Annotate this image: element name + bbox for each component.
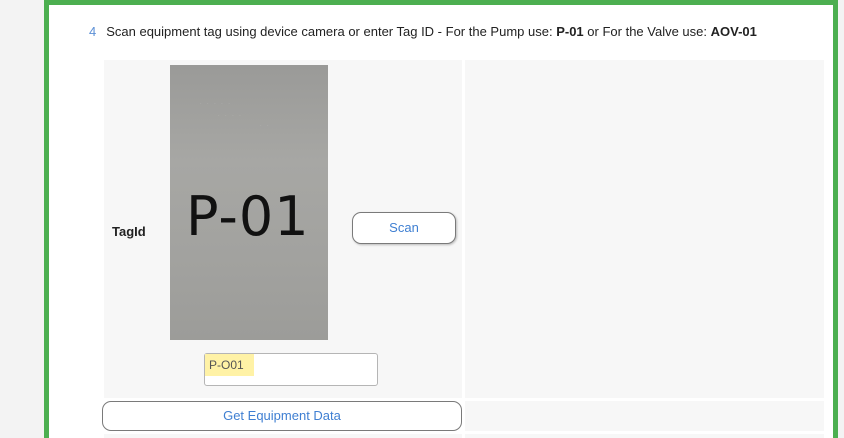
- valve-tag-id: AOV-01: [710, 24, 757, 39]
- tag-id-input[interactable]: P-O01: [204, 353, 378, 386]
- tag-form-table: TagId · · · · · · · · · · · P-01 Scan P-…: [102, 60, 824, 438]
- empty-cell: [465, 434, 824, 438]
- scan-button[interactable]: Scan: [352, 212, 456, 244]
- tag-id-label: TagId: [112, 224, 146, 239]
- instruction-text: Scan equipment tag using device camera o…: [106, 24, 553, 39]
- empty-cell: [465, 60, 824, 398]
- get-equipment-data-button[interactable]: Get Equipment Data: [102, 401, 462, 431]
- camera-tag-text: P-01: [186, 185, 310, 248]
- step-instruction: 4 Scan equipment tag using device camera …: [89, 24, 757, 39]
- step-number: 4: [89, 24, 97, 39]
- empty-cell: [465, 401, 824, 431]
- step-card: 4 Scan equipment tag using device camera …: [44, 0, 838, 438]
- pump-tag-id: P-01: [556, 24, 584, 39]
- tag-id-input-value: P-O01: [209, 358, 244, 372]
- page: 4 Scan equipment tag using device camera …: [0, 0, 844, 438]
- instruction-text-between: or For the Valve use:: [587, 24, 708, 39]
- empty-cell: [104, 434, 462, 438]
- camera-preview[interactable]: · · · · · · · · · · · P-01: [170, 65, 328, 340]
